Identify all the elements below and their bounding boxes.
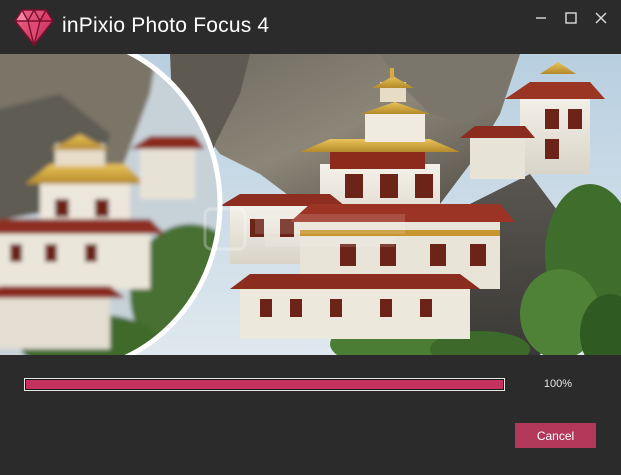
progress-percent: 100% [543, 378, 573, 390]
maximize-icon[interactable] [560, 8, 582, 28]
minimize-icon[interactable] [530, 8, 552, 28]
diamond-logo-icon [14, 8, 54, 46]
progress-fill [26, 380, 503, 389]
window-title: inPixio Photo Focus 4 [62, 14, 270, 37]
title-bar[interactable]: inPixio Photo Focus 4 [0, 0, 621, 54]
progress-bar [24, 378, 505, 391]
cancel-button[interactable]: Cancel [515, 423, 596, 448]
banner-image [0, 54, 621, 355]
close-icon[interactable] [590, 8, 612, 28]
app-window: inPixio Photo Focus 4 100% Cancel [0, 0, 621, 475]
